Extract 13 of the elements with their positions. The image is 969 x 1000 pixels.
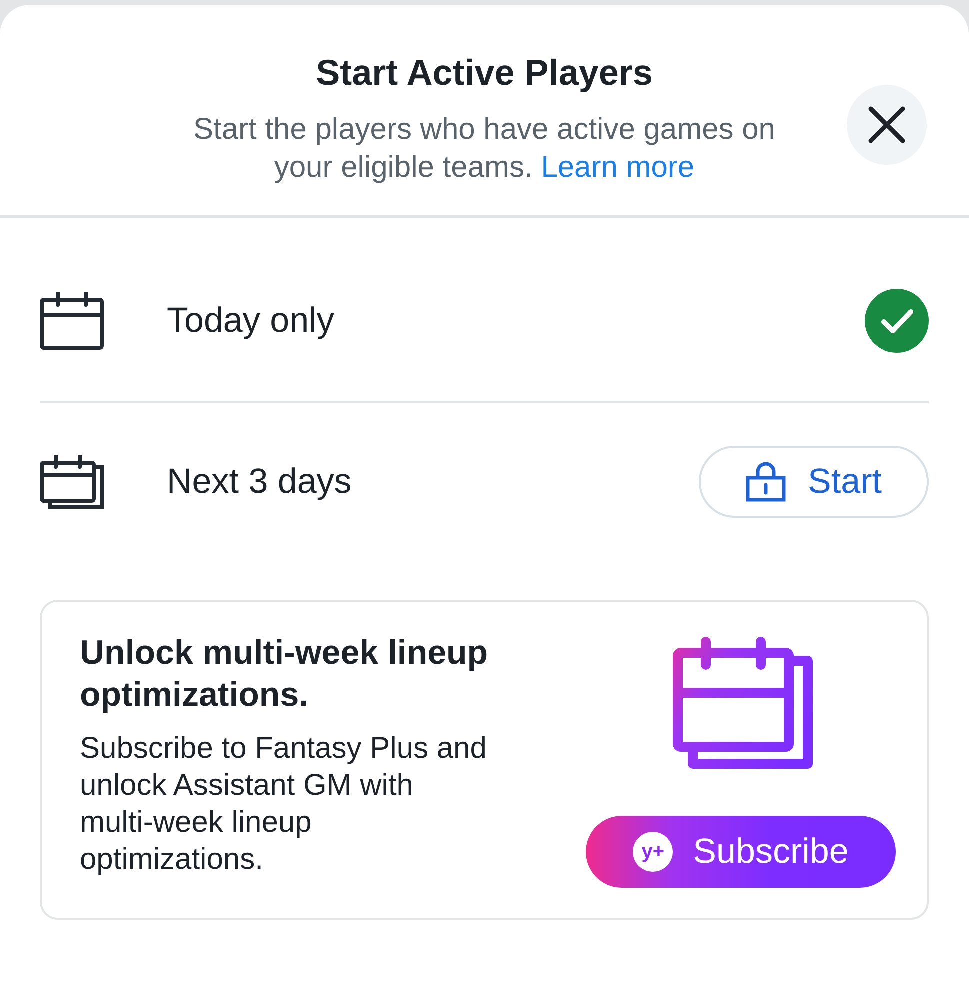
promo-title: Unlock multi-week lineup optimizations.: [80, 633, 490, 716]
dialog-title: Start Active Players: [316, 51, 653, 95]
plus-badge: y+: [633, 832, 674, 872]
start-button[interactable]: Start: [699, 446, 929, 518]
subscribe-button[interactable]: y+ Subscribe: [586, 816, 896, 888]
learn-more-link[interactable]: Learn more: [541, 151, 695, 184]
stacked-calendar-icon: [40, 455, 104, 509]
dialog-subtitle: Start the players who have active games on your eligible teams. Learn more: [192, 112, 776, 186]
option-label: Today only: [167, 300, 334, 342]
close-icon: [868, 106, 906, 144]
calendar-icon: [40, 292, 104, 350]
promo-text: Subscribe to Fantasy Plus and unlock Assistant GM with multi-week lineup optimizations.: [80, 731, 488, 878]
option-label: Next 3 days: [167, 461, 352, 503]
